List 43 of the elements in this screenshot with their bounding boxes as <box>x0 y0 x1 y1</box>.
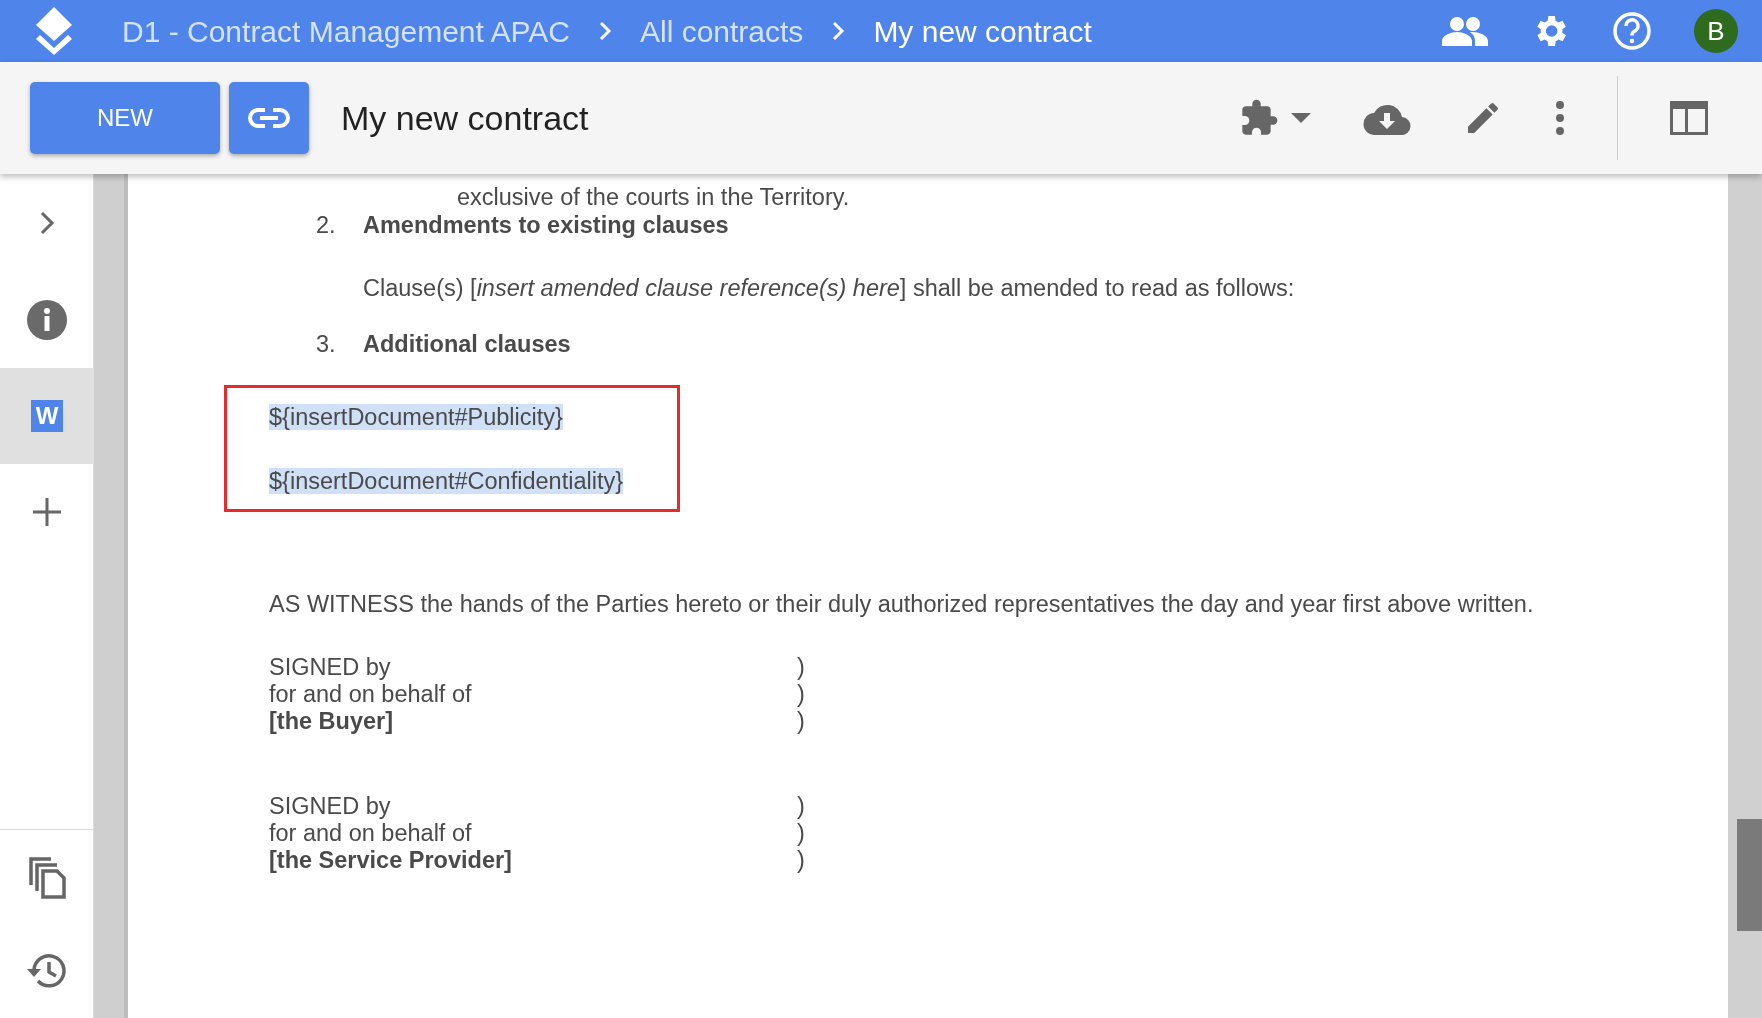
bracket-mark: ) <box>797 847 806 874</box>
list-number: 3. <box>316 331 337 358</box>
bracket-mark: ) <box>797 681 806 708</box>
people-icon[interactable] <box>1442 16 1488 46</box>
scrollbar-thumb[interactable] <box>1737 819 1762 931</box>
history-icon <box>26 952 68 990</box>
party-name: [the Service Provider] <box>269 847 512 874</box>
word-document-tab[interactable]: W <box>0 368 94 464</box>
copy-icon <box>27 855 67 899</box>
link-button[interactable] <box>229 82 309 154</box>
new-button[interactable]: NEW <box>30 82 220 154</box>
chevron-right-icon <box>598 20 612 42</box>
breadcrumb-link[interactable]: All contracts <box>640 8 804 54</box>
chevron-right-icon <box>831 20 846 42</box>
paragraph-text: AS WITNESS the hands of the Parties hereto or their duly authorized representatives the day and year first above written. <box>269 591 1535 618</box>
caret-icon <box>1291 113 1311 123</box>
party-name: [the Buyer] <box>269 708 394 735</box>
chevron-right-icon <box>39 210 55 236</box>
plus-icon <box>32 497 62 527</box>
document-title: My new contract <box>341 97 589 139</box>
layout-icon[interactable] <box>1670 101 1708 135</box>
signature-text: for and on behalf of <box>269 820 472 847</box>
more-options-icon[interactable] <box>1555 101 1565 135</box>
help-icon[interactable] <box>1612 11 1652 51</box>
clause-heading: Amendments to existing clauses <box>363 212 729 239</box>
placeholder-tag: ${insertDocument#Confidentiality} <box>269 468 623 494</box>
info-icon <box>27 300 67 340</box>
bracket-mark: ) <box>797 820 806 847</box>
signature-text: SIGNED by <box>269 793 391 820</box>
link-icon <box>248 107 290 129</box>
paragraph-text: Clause(s) [insert amended clause reference(s) here] shall be amended to read as follows: <box>363 275 1296 302</box>
signature-text: for and on behalf of <box>269 681 472 708</box>
breadcrumb-current[interactable]: My new contract <box>873 8 1092 54</box>
bracket-mark: ) <box>797 793 806 820</box>
placeholder-tag: ${insertDocument#Publicity} <box>269 404 563 430</box>
list-number: 2. <box>316 212 337 239</box>
signature-text: SIGNED by <box>269 654 391 681</box>
bracket-mark: ) <box>797 654 806 681</box>
bracket-mark: ) <box>797 708 806 735</box>
clause-heading: Additional clauses <box>363 331 571 358</box>
paragraph-text: exclusive of the courts in the Territory. <box>457 184 851 211</box>
breadcrumb-link[interactable]: D1 - Contract Management APAC <box>122 8 570 54</box>
user-avatar[interactable]: B <box>1694 9 1738 53</box>
